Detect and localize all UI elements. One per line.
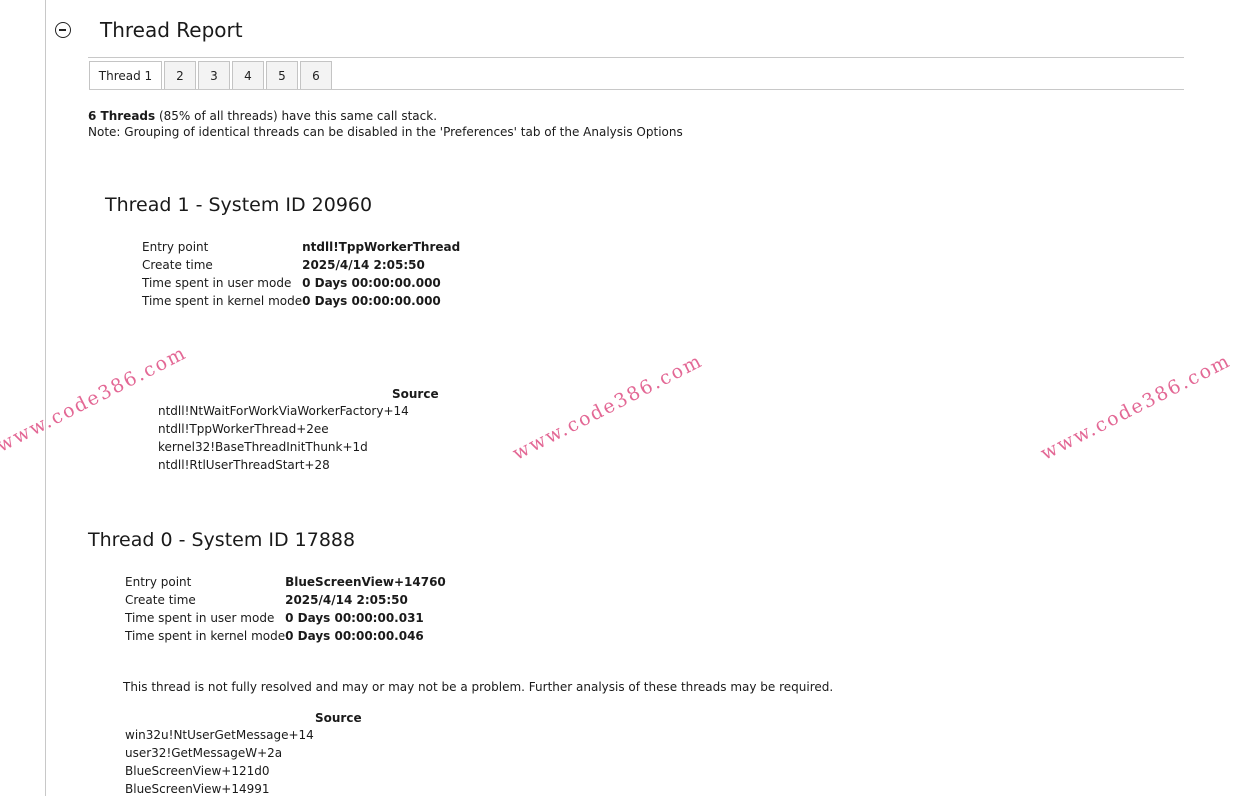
info-row: Entry point BlueScreenView+14760 — [125, 573, 446, 591]
tab-5[interactable]: 5 — [266, 61, 298, 90]
stack-frame: BlueScreenView+121d0 — [125, 764, 270, 778]
call-stack: win32u!NtUserGetMessage+14 user32!GetMes… — [125, 726, 314, 796]
tab-2[interactable]: 2 — [164, 61, 196, 90]
tab-3[interactable]: 3 — [198, 61, 230, 90]
tab-6[interactable]: 6 — [300, 61, 332, 90]
summary: 6 Threads (85% of all threads) have this… — [88, 108, 683, 140]
info-row: Create time 2025/4/14 2:05:50 — [125, 591, 446, 609]
tabs-divider — [89, 89, 1184, 90]
thread-info-table: Entry point ntdll!TppWorkerThread Create… — [142, 238, 460, 310]
info-row: Time spent in kernel mode 0 Days 00:00:0… — [142, 292, 460, 310]
call-stack: ntdll!NtWaitForWorkViaWorkerFactory+14 n… — [158, 402, 409, 474]
title-divider — [88, 57, 1184, 58]
field-label: Entry point — [142, 240, 209, 254]
field-value: BlueScreenView+14760 — [285, 575, 446, 589]
thread-info-table: Entry point BlueScreenView+14760 Create … — [125, 573, 446, 645]
grouping-note: Note: Grouping of identical threads can … — [88, 125, 683, 139]
thread-tabs: Thread 1 2 3 4 5 6 — [89, 61, 334, 90]
info-row: Time spent in user mode 0 Days 00:00:00.… — [125, 609, 446, 627]
stack-frame: ntdll!NtWaitForWorkViaWorkerFactory+14 — [158, 404, 409, 418]
field-value: 2025/4/14 2:05:50 — [302, 258, 425, 272]
stack-frame: BlueScreenView+14991 — [125, 782, 270, 796]
info-row: Entry point ntdll!TppWorkerThread — [142, 238, 460, 256]
stack-frame: ntdll!TppWorkerThread+2ee — [158, 422, 329, 436]
report-title: Thread Report — [100, 18, 243, 42]
info-row: Time spent in user mode 0 Days 00:00:00.… — [142, 274, 460, 292]
thread-count-line: 6 Threads (85% of all threads) have this… — [88, 108, 683, 124]
source-header: Source — [392, 387, 439, 401]
source-header: Source — [315, 711, 362, 725]
field-label: Time spent in user mode — [142, 276, 292, 290]
field-label: Create time — [142, 258, 213, 272]
collapse-icon[interactable] — [55, 22, 71, 38]
stack-frame: user32!GetMessageW+2a — [125, 746, 283, 760]
thread-count-rest: (85% of all threads) have this same call… — [155, 109, 438, 123]
watermark: www.code386.com — [509, 349, 707, 465]
field-value: ntdll!TppWorkerThread — [302, 240, 461, 254]
field-value: 0 Days 00:00:00.000 — [302, 294, 441, 308]
thread-heading: Thread 1 - System ID 20960 — [105, 194, 373, 216]
unresolved-note: This thread is not fully resolved and ma… — [123, 680, 834, 694]
stack-frame: win32u!NtUserGetMessage+14 — [125, 728, 314, 742]
left-divider — [45, 0, 46, 796]
field-label: Create time — [125, 593, 196, 607]
field-value: 2025/4/14 2:05:50 — [285, 593, 408, 607]
field-value: 0 Days 00:00:00.031 — [285, 611, 424, 625]
stack-frame: kernel32!BaseThreadInitThunk+1d — [158, 440, 368, 454]
field-label: Time spent in kernel mode — [142, 294, 303, 308]
field-label: Entry point — [125, 575, 192, 589]
thread-count: 6 Threads — [88, 109, 156, 123]
stack-frame: ntdll!RtlUserThreadStart+28 — [158, 458, 330, 472]
field-label: Time spent in user mode — [125, 611, 275, 625]
tab-thread-1[interactable]: Thread 1 — [89, 61, 162, 90]
field-value: 0 Days 00:00:00.046 — [285, 629, 424, 643]
thread-heading: Thread 0 - System ID 17888 — [88, 529, 356, 551]
info-row: Time spent in kernel mode 0 Days 00:00:0… — [125, 627, 446, 645]
field-label: Time spent in kernel mode — [125, 629, 286, 643]
field-value: 0 Days 00:00:00.000 — [302, 276, 441, 290]
info-row: Create time 2025/4/14 2:05:50 — [142, 256, 460, 274]
thread-report-page: Thread Report Thread 1 2 3 4 5 6 6 Threa… — [0, 0, 1248, 796]
tab-4[interactable]: 4 — [232, 61, 264, 90]
watermark: www.code386.com — [1037, 349, 1235, 465]
